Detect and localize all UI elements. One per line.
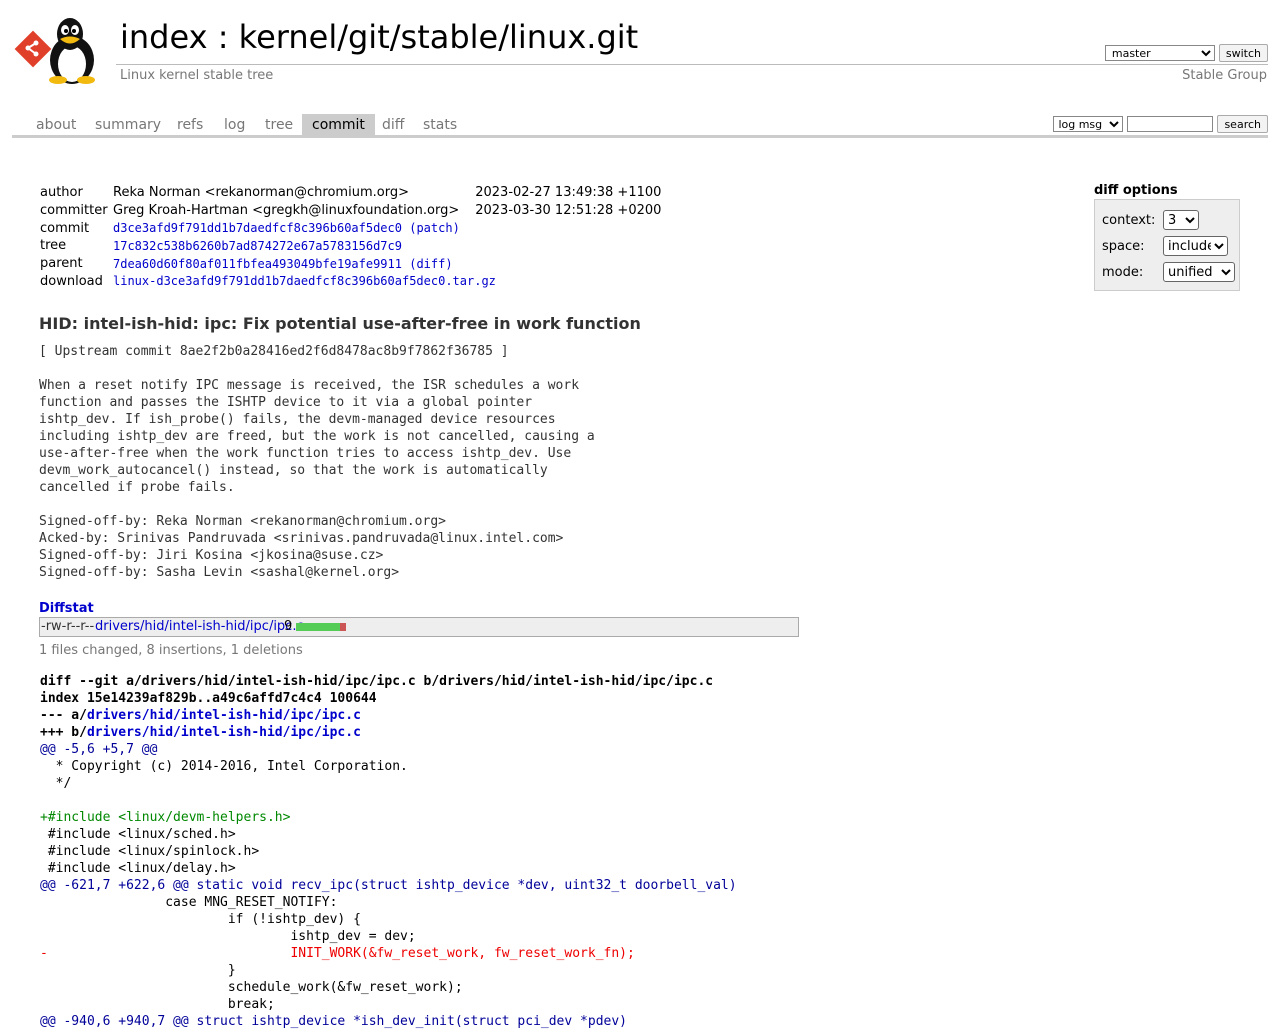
diffstat-count: 9 [284, 619, 293, 634]
parent-label: parent [40, 256, 83, 272]
parent-sha-link[interactable]: 7dea60d60f80af011fbfea493049bfe19afe9911 [113, 257, 402, 271]
tab-summary[interactable]: summary [85, 114, 171, 135]
tree-label: tree [40, 238, 67, 254]
diff-line-hunk: @@ -5,6 +5,7 @@ [40, 742, 158, 757]
tree-row: tree 17c832c538b6260b7ad874272e67a578315… [40, 237, 661, 255]
search-type-select[interactable]: log msg [1053, 116, 1124, 132]
diff-line-ctx [40, 792, 737, 809]
diff-options-panel: diff options context: 3 space: include m… [1094, 183, 1240, 291]
group-link[interactable]: Stable Group [1182, 68, 1267, 83]
diff-line-ctx: #include <linux/spinlock.h> [40, 844, 260, 859]
committer-row: committer Greg Kroah-Hartman <gregkh@lin… [40, 202, 661, 220]
diff-line-ctx: ishtp_dev = dev; [40, 929, 416, 944]
diff-line-ctx: #include <linux/delay.h> [40, 861, 236, 876]
repo-link[interactable]: kernel/git/stable/linux.git [239, 18, 639, 56]
tree-sha-link[interactable]: 17c832c538b6260b7ad874272e67a5783156d7c9 [113, 239, 402, 253]
commit-sha-link[interactable]: d3ce3afd9f791dd1b7daedfcf8c396b60af5dec0 [113, 221, 402, 235]
diff-line-ctx: */ [40, 776, 72, 791]
diff-line-del: - INIT_WORK(&fw_reset_work, fw_reset_wor… [40, 946, 635, 961]
index-link[interactable]: index [120, 18, 208, 56]
tux-penguin-icon [49, 18, 95, 84]
diff-minus-header: --- a/drivers/hid/intel-ish-hid/ipc/ipc.… [40, 707, 737, 724]
commit-subject: HID: intel-ish-hid: ipc: Fix potential u… [39, 314, 641, 333]
diff-line-hunk: @@ -621,7 +622,6 @@ static void recv_ipc… [40, 878, 737, 893]
patch-link[interactable]: (patch) [409, 221, 460, 235]
search-input[interactable] [1127, 116, 1214, 132]
diff-line-ctx: if (!ishtp_dev) { [40, 912, 361, 927]
author-date: 2023-02-27 13:49:38 +1100 [475, 185, 662, 201]
download-row: download linux-d3ce3afd9f791dd1b7daedfcf… [40, 272, 661, 290]
diff-options-title: diff options [1094, 183, 1178, 198]
tab-about[interactable]: about [26, 114, 86, 135]
context-select[interactable]: 3 [1163, 210, 1199, 230]
diff-plus-header: +++ b/drivers/hid/intel-ish-hid/ipc/ipc.… [40, 724, 737, 741]
branch-select[interactable]: master [1104, 45, 1215, 61]
minus-file-link[interactable]: drivers/hid/intel-ish-hid/ipc/ipc.c [87, 708, 361, 723]
commit-row: commit d3ce3afd9f791dd1b7daedfcf8c396b60… [40, 219, 661, 237]
diffstat-bar [296, 623, 346, 631]
diff-options-box: context: 3 space: include mode: unified [1094, 199, 1240, 291]
download-label: download [40, 273, 103, 289]
deletions-bar [340, 623, 346, 631]
diff-line-ctx: } [40, 963, 236, 978]
branch-switch-form: master switch [1104, 44, 1268, 62]
diff-view: diff --git a/drivers/hid/intel-ish-hid/i… [40, 673, 737, 1030]
diff-line-add: +#include <linux/devm-helpers.h> [40, 810, 291, 825]
diffstat-table: -rw-r--r-- drivers/hid/intel-ish-hid/ipc… [39, 617, 799, 637]
insertions-bar [296, 623, 340, 631]
commit-label: commit [40, 220, 90, 236]
diff-line-ctx: break; [40, 997, 275, 1012]
tab-log[interactable]: log [214, 114, 255, 135]
tab-tree[interactable]: tree [255, 114, 303, 135]
diffstat-link[interactable]: Diffstat [39, 601, 94, 616]
tab-refs[interactable]: refs [167, 114, 213, 135]
diff-lines: @@ -5,6 +5,7 @@ * Copyright (c) 2014-201… [40, 741, 737, 1030]
context-label: context: [1102, 212, 1156, 228]
author-label: author [40, 185, 83, 201]
space-select[interactable]: include [1163, 236, 1228, 256]
mode-label: mode: [1102, 264, 1144, 280]
download-link[interactable]: linux-d3ce3afd9f791dd1b7daedfcf8c396b60a… [113, 274, 496, 288]
space-option-row: space: include [1102, 236, 1228, 256]
context-option-row: context: 3 [1102, 210, 1199, 230]
commit-message: [ Upstream commit 8ae2f2b0a28416ed2f6d84… [39, 344, 595, 580]
author-row: author Reka Norman <rekanorman@chromium.… [40, 184, 661, 202]
committer-value: Greg Kroah-Hartman <gregkh@linuxfoundati… [113, 203, 460, 219]
commit-info-table: author Reka Norman <rekanorman@chromium.… [40, 184, 661, 290]
search-form: log msg search [1053, 115, 1268, 133]
committer-date: 2023-03-30 12:51:28 +0200 [475, 203, 662, 219]
mode-option-row: mode: unified [1102, 262, 1235, 282]
header-divider [116, 64, 1268, 65]
minus-prefix: --- a/ [40, 708, 87, 723]
switch-button[interactable]: switch [1218, 44, 1268, 62]
diff-line-ctx: * Copyright (c) 2014-2016, Intel Corpora… [40, 759, 408, 774]
author-value: Reka Norman <rekanorman@chromium.org> [113, 185, 409, 201]
site-logo [14, 18, 95, 84]
page-title: index : kernel/git/stable/linux.git [120, 16, 638, 58]
title-separator: : [217, 18, 229, 56]
git-logo-icon [14, 30, 52, 68]
committer-label: committer [40, 203, 108, 219]
mode-select[interactable]: unified [1163, 262, 1235, 282]
diffstat-summary: 1 files changed, 8 insertions, 1 deletio… [39, 643, 303, 658]
parent-diff-link[interactable]: (diff) [409, 257, 452, 271]
tab-stats[interactable]: stats [413, 114, 467, 135]
file-mode: -rw-r--r-- [41, 619, 95, 634]
space-label: space: [1102, 238, 1145, 254]
diff-index-line: index 15e14239af829b..a49c6affd7c4c4 100… [40, 691, 377, 706]
diffstat-file-link[interactable]: drivers/hid/intel-ish-hid/ipc/ipc.c [95, 618, 304, 636]
diff-git-header: diff --git a/drivers/hid/intel-ish-hid/i… [40, 674, 714, 689]
diff-line-ctx: #include <linux/sched.h> [40, 827, 236, 842]
diff-line-hunk: @@ -940,6 +940,7 @@ struct ishtp_device … [40, 1014, 627, 1029]
search-button[interactable]: search [1217, 115, 1268, 133]
repo-description: Linux kernel stable tree [120, 68, 274, 83]
tab-bar: about summary refs log tree commit diff … [12, 114, 1268, 138]
plus-file-link[interactable]: drivers/hid/intel-ish-hid/ipc/ipc.c [87, 725, 361, 740]
diff-line-ctx: schedule_work(&fw_reset_work); [40, 980, 463, 995]
parent-row: parent 7dea60d60f80af011fbfea493049bfe19… [40, 255, 661, 273]
plus-prefix: +++ b/ [40, 725, 87, 740]
tab-commit[interactable]: commit [302, 114, 375, 135]
diff-line-ctx: case MNG_RESET_NOTIFY: [40, 895, 338, 910]
tab-diff[interactable]: diff [372, 114, 414, 135]
